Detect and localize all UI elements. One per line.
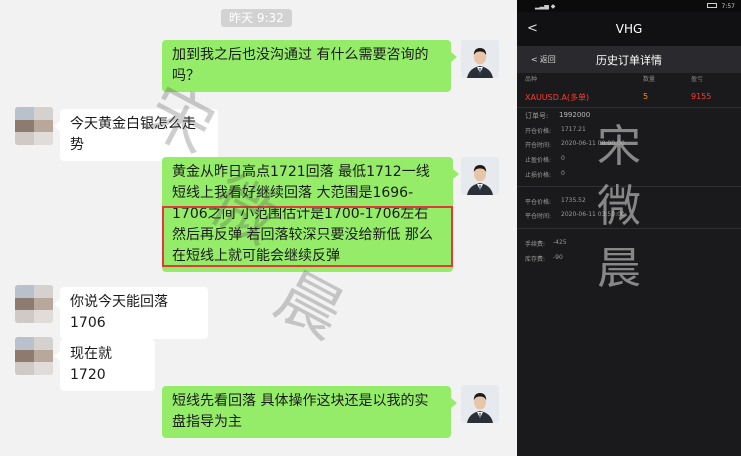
column-header-lots: 数量 (643, 76, 656, 83)
field-label-close-time: 平仓时间: (525, 213, 552, 220)
field-label-close-price: 平仓价格: (525, 199, 552, 206)
message-bubble-received[interactable]: 你说今天能回落1706 (54, 287, 208, 339)
field-value-take-profit: 0 (561, 155, 565, 162)
field-value-order-number: 1992000 (559, 111, 591, 119)
direction-text: (多单) (566, 93, 590, 102)
field-value-open-time: 2020-06-11 00:00:00 (561, 140, 625, 147)
order-detail-header: < 返回 历史订单详情 (517, 46, 741, 73)
watermark-char: 微 (597, 181, 641, 232)
my-avatar[interactable] (461, 157, 499, 195)
chat-window: 昨天 9:32 加到我之后也没沟通过 有什么需要咨询的吗？ 今天黄金白银怎么走势… (0, 0, 517, 456)
message-bubble-sent[interactable]: 黄金从昨日高点1721回落 最低1712一线 短线上我看好继续回落 大范围是16… (162, 157, 459, 272)
column-header-profit: 盈亏 (691, 76, 704, 83)
field-value-close-time: 2020-06-11 03:50:00 (561, 211, 625, 218)
column-header-symbol: 品种 (525, 76, 538, 83)
field-value-open-price: 1717.21 (561, 126, 586, 133)
field-label-take-profit: 止盈价格: (525, 157, 552, 164)
phone-screenshot: ▂▃▅ ◆ 7:57 < VHG < 返回 历史订单详情 品种 数量 盈亏 XAU… (517, 0, 741, 456)
field-label-swap: 库存费: (525, 256, 546, 263)
businessman-avatar-icon (461, 40, 499, 78)
my-avatar[interactable] (461, 385, 499, 423)
battery-icon (707, 3, 717, 8)
status-time: 7:57 (721, 3, 735, 10)
field-label-open-time: 开仓时间: (525, 142, 552, 149)
field-label-open-price: 开仓价格: (525, 128, 552, 135)
field-label-commission: 手续费: (525, 241, 546, 248)
divider (517, 228, 741, 229)
contact-avatar[interactable] (15, 107, 53, 145)
field-label-order-number: 订单号: (525, 112, 549, 120)
message-bubble-received[interactable]: 现在就1720 (54, 339, 155, 391)
watermark-char: 晨 (597, 243, 641, 294)
order-profit: 9155 (691, 92, 712, 101)
field-value-commission: -425 (553, 239, 567, 246)
message-bubble-received[interactable]: 今天黄金白银怎么走势 (54, 109, 218, 161)
contact-avatar[interactable] (15, 285, 53, 323)
message-timestamp: 昨天 9:32 (221, 9, 292, 27)
message-bubble-sent[interactable]: 短线先看回落 具体操作这块还是以我的实盘指导为主 (162, 386, 457, 438)
contact-avatar[interactable] (15, 337, 53, 375)
order-symbol: XAUUSD.A(多单) (525, 92, 589, 103)
signal-icon: ▂▃▅ ◆ (535, 3, 556, 10)
app-bar: < VHG (517, 12, 741, 46)
divider (517, 107, 741, 108)
field-value-swap: -90 (553, 254, 563, 261)
page-title: 历史订单详情 (596, 54, 662, 67)
order-lots: 5 (643, 92, 649, 101)
status-bar: ▂▃▅ ◆ 7:57 (517, 0, 741, 12)
app-title: VHG (615, 22, 643, 36)
field-value-close-price: 1735.52 (561, 197, 586, 204)
businessman-avatar-icon (461, 385, 499, 423)
divider (517, 186, 741, 187)
field-label-stop-loss: 止损价格: (525, 172, 552, 179)
symbol-text: XAUUSD.A (525, 93, 567, 102)
message-bubble-sent[interactable]: 加到我之后也没沟通过 有什么需要咨询的吗？ (162, 40, 457, 92)
my-avatar[interactable] (461, 40, 499, 78)
field-value-stop-loss: 0 (561, 170, 565, 177)
businessman-avatar-icon (461, 157, 499, 195)
